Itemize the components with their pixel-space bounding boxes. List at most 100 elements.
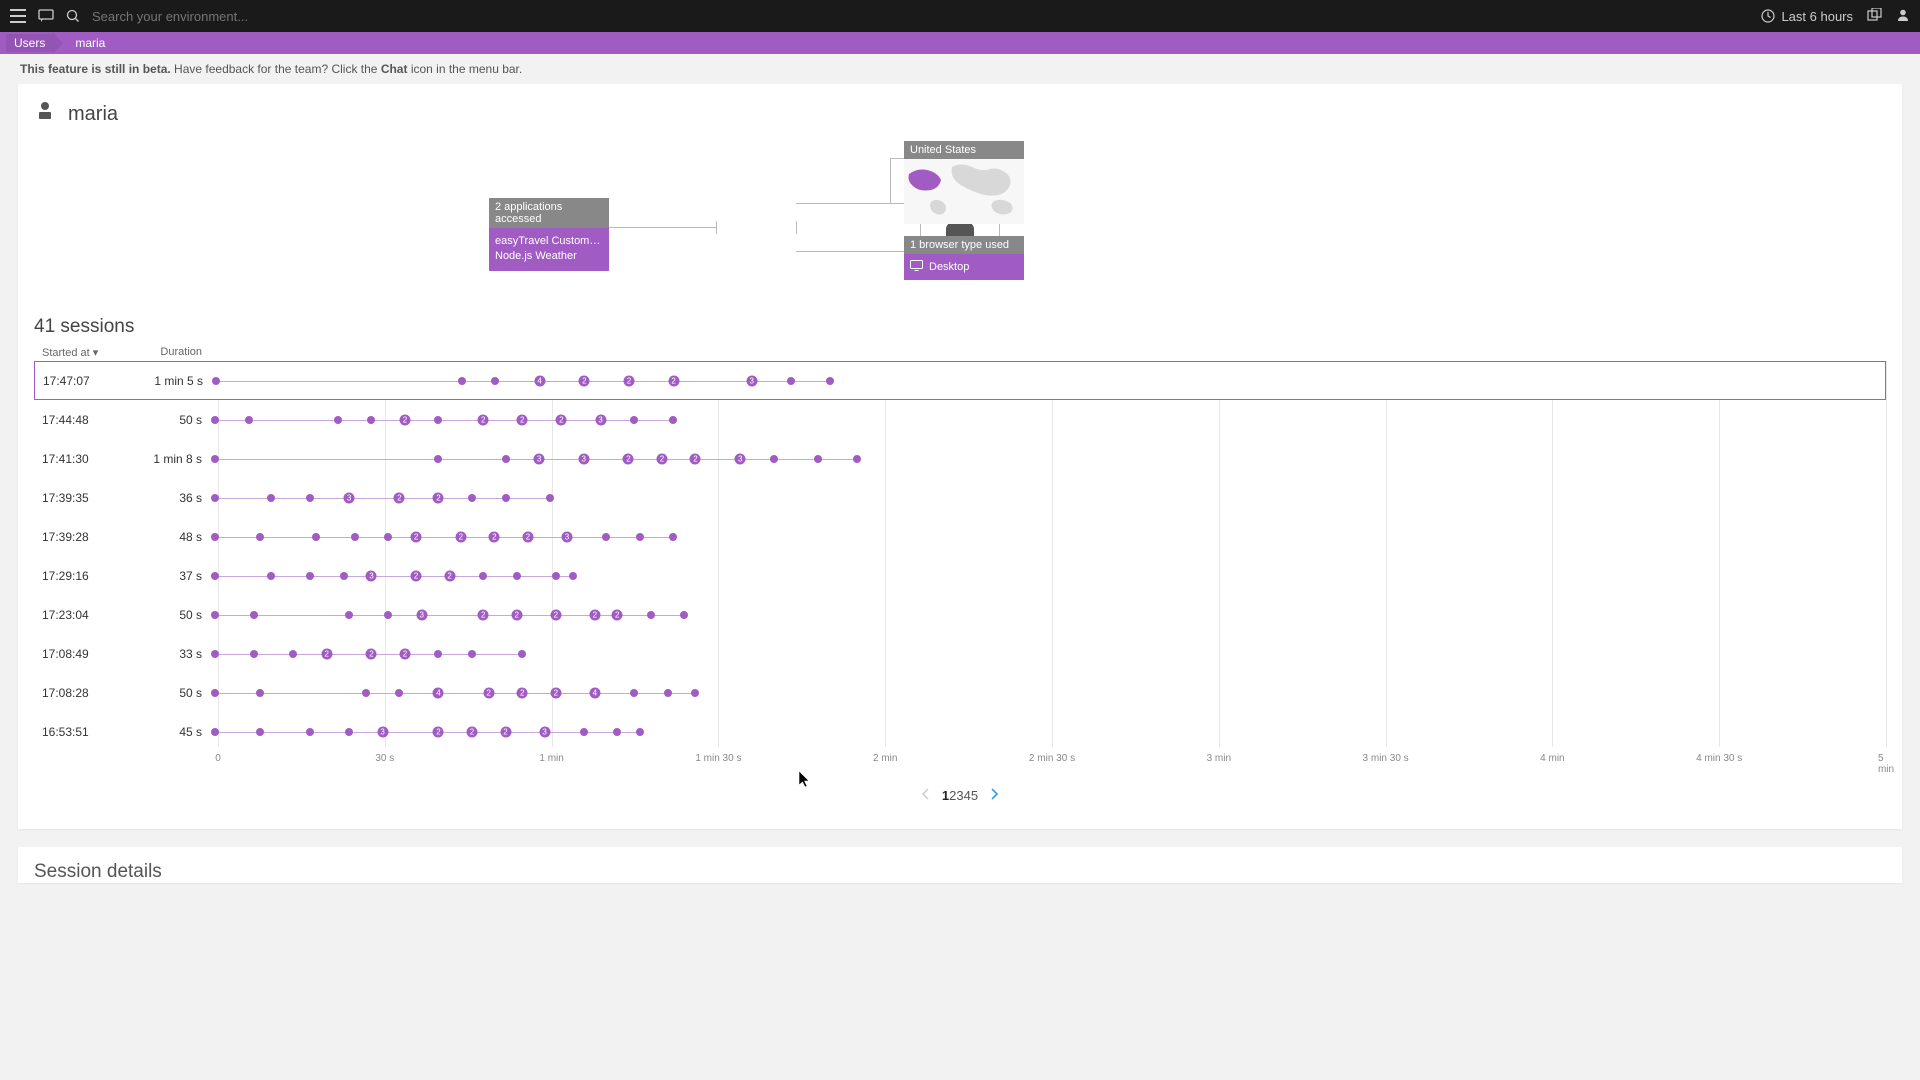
event-badge[interactable]: 2 xyxy=(550,687,561,698)
event-badge[interactable]: 2 xyxy=(483,687,494,698)
event-badge[interactable]: 2 xyxy=(478,609,489,620)
event-dot[interactable] xyxy=(211,572,219,580)
event-dot[interactable] xyxy=(518,650,526,658)
applications-card[interactable]: 2 applications accessed easyTravel Custo… xyxy=(489,198,609,271)
event-badge[interactable]: 2 xyxy=(579,375,590,386)
event-dot[interactable] xyxy=(306,494,314,502)
event-badge[interactable]: 3 xyxy=(539,726,550,737)
event-badge[interactable]: 2 xyxy=(517,414,528,425)
page-number[interactable]: 4 xyxy=(964,788,971,803)
event-badge[interactable]: 2 xyxy=(656,453,667,464)
event-dot[interactable] xyxy=(267,494,275,502)
event-dot[interactable] xyxy=(434,455,442,463)
search-icon[interactable] xyxy=(66,9,80,23)
breadcrumb-root[interactable]: Users xyxy=(6,34,53,52)
event-badge[interactable]: 2 xyxy=(511,609,522,620)
event-dot[interactable] xyxy=(770,455,778,463)
event-badge[interactable]: 2 xyxy=(612,609,623,620)
country-card[interactable]: United States xyxy=(904,141,1024,224)
event-dot[interactable] xyxy=(602,533,610,541)
event-dot[interactable] xyxy=(468,650,476,658)
event-dot[interactable] xyxy=(434,650,442,658)
event-dot[interactable] xyxy=(669,416,677,424)
chat-icon[interactable] xyxy=(38,9,54,23)
event-dot[interactable] xyxy=(211,611,219,619)
event-dot[interactable] xyxy=(211,689,219,697)
event-badge[interactable]: 3 xyxy=(534,453,545,464)
event-dot[interactable] xyxy=(458,377,466,385)
event-badge[interactable]: 2 xyxy=(517,687,528,698)
time-range-button[interactable]: Last 6 hours xyxy=(1761,9,1853,24)
session-row[interactable]: 17:23:0450 s322222 xyxy=(34,595,1886,634)
event-dot[interactable] xyxy=(787,377,795,385)
event-dot[interactable] xyxy=(636,533,644,541)
event-badge[interactable]: 4 xyxy=(534,375,545,386)
col-duration[interactable]: Duration xyxy=(144,346,210,359)
event-dot[interactable] xyxy=(256,728,264,736)
event-badge[interactable]: 2 xyxy=(556,414,567,425)
event-dot[interactable] xyxy=(546,494,554,502)
event-dot[interactable] xyxy=(552,572,560,580)
event-dot[interactable] xyxy=(245,416,253,424)
event-dot[interactable] xyxy=(647,611,655,619)
event-badge[interactable]: 2 xyxy=(411,531,422,542)
session-row[interactable]: 17:29:1637 s322 xyxy=(34,556,1886,595)
event-dot[interactable] xyxy=(434,416,442,424)
event-dot[interactable] xyxy=(250,650,258,658)
event-dot[interactable] xyxy=(580,728,588,736)
event-dot[interactable] xyxy=(312,533,320,541)
event-dot[interactable] xyxy=(256,689,264,697)
event-badge[interactable]: 4 xyxy=(433,687,444,698)
session-row[interactable]: 17:41:301 min 8 s332223 xyxy=(34,439,1886,478)
user-menu-icon[interactable] xyxy=(1896,8,1910,25)
event-dot[interactable] xyxy=(306,728,314,736)
event-dot[interactable] xyxy=(345,728,353,736)
event-dot[interactable] xyxy=(340,572,348,580)
event-dot[interactable] xyxy=(211,650,219,658)
session-row[interactable]: 17:39:3536 s322 xyxy=(34,478,1886,517)
event-dot[interactable] xyxy=(306,572,314,580)
event-dot[interactable] xyxy=(289,650,297,658)
event-dot[interactable] xyxy=(636,728,644,736)
event-dot[interactable] xyxy=(395,689,403,697)
event-dot[interactable] xyxy=(613,728,621,736)
event-dot[interactable] xyxy=(384,533,392,541)
event-badge[interactable]: 2 xyxy=(467,726,478,737)
event-dot[interactable] xyxy=(267,572,275,580)
event-dot[interactable] xyxy=(569,572,577,580)
event-dot[interactable] xyxy=(384,611,392,619)
session-row[interactable]: 16:53:5145 s32223 xyxy=(34,712,1886,751)
event-dot[interactable] xyxy=(367,416,375,424)
external-link-icon[interactable] xyxy=(1867,8,1882,25)
event-dot[interactable] xyxy=(479,572,487,580)
next-page-button[interactable] xyxy=(984,785,1004,805)
event-dot[interactable] xyxy=(345,611,353,619)
event-badge[interactable]: 2 xyxy=(399,414,410,425)
event-badge[interactable]: 3 xyxy=(344,492,355,503)
event-badge[interactable]: 3 xyxy=(578,453,589,464)
event-badge[interactable]: 3 xyxy=(416,609,427,620)
event-dot[interactable] xyxy=(513,572,521,580)
event-badge[interactable]: 3 xyxy=(746,375,757,386)
search-input[interactable] xyxy=(92,9,492,24)
session-row[interactable]: 17:08:4933 s222 xyxy=(34,634,1886,673)
session-row[interactable]: 17:39:2848 s22223 xyxy=(34,517,1886,556)
page-number[interactable]: 5 xyxy=(971,788,978,803)
menu-icon[interactable] xyxy=(10,9,26,23)
event-badge[interactable]: 2 xyxy=(623,375,634,386)
prev-page-button[interactable] xyxy=(916,785,936,805)
event-dot[interactable] xyxy=(680,611,688,619)
event-dot[interactable] xyxy=(250,611,258,619)
event-dot[interactable] xyxy=(630,416,638,424)
event-dot[interactable] xyxy=(630,689,638,697)
event-badge[interactable]: 2 xyxy=(455,531,466,542)
event-badge[interactable]: 2 xyxy=(623,453,634,464)
event-badge[interactable]: 2 xyxy=(668,375,679,386)
event-dot[interactable] xyxy=(211,416,219,424)
event-badge[interactable]: 2 xyxy=(433,492,444,503)
event-badge[interactable]: 3 xyxy=(366,570,377,581)
event-dot[interactable] xyxy=(669,533,677,541)
event-dot[interactable] xyxy=(334,416,342,424)
browser-card[interactable]: 1 browser type used Desktop xyxy=(904,236,1024,280)
event-badge[interactable]: 2 xyxy=(411,570,422,581)
